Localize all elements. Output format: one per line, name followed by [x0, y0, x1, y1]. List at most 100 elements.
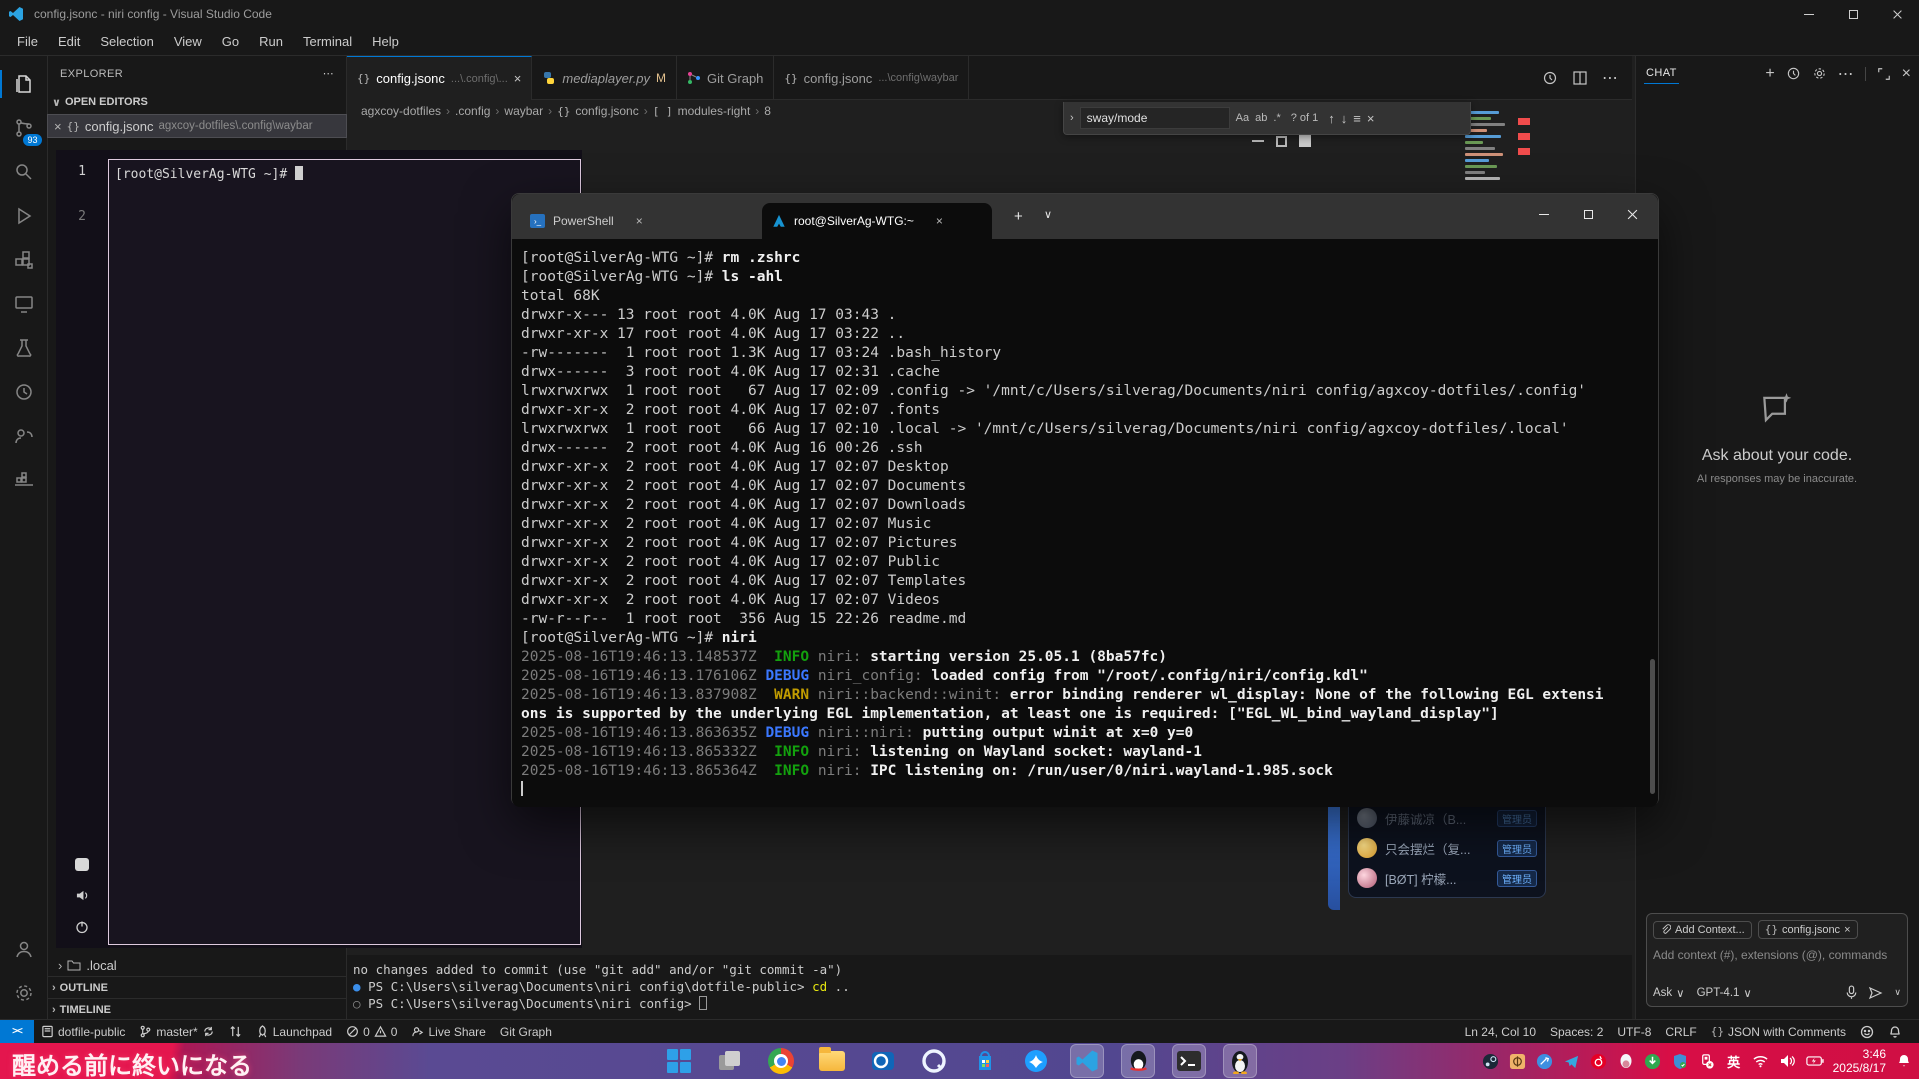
split-editor-icon[interactable]: [1572, 70, 1588, 86]
terminal-minimize-button[interactable]: [1522, 194, 1566, 234]
volume-module-icon[interactable]: [75, 889, 90, 902]
whole-word-toggle[interactable]: ab: [1255, 112, 1267, 124]
tab-chat[interactable]: CHAT: [1644, 63, 1679, 84]
breadcrumb-item[interactable]: config.jsonc: [575, 104, 638, 118]
xunlei-icon[interactable]: [1019, 1044, 1053, 1078]
notification-bell-icon[interactable]: [1895, 1052, 1913, 1070]
terminal-maximize-button[interactable]: [1566, 194, 1610, 234]
terminal-close-button[interactable]: [1610, 194, 1654, 234]
chat-input-placeholder[interactable]: Add context (#), extensions (@), command…: [1653, 948, 1901, 962]
terminal-scrollbar[interactable]: [1650, 659, 1655, 794]
menu-selection[interactable]: Selection: [91, 31, 162, 52]
chat-settings-gear-icon[interactable]: [1812, 66, 1827, 81]
taskbar-clock[interactable]: 3:46 2025/8/17: [1833, 1047, 1886, 1075]
file-explorer-icon[interactable]: [815, 1044, 849, 1078]
battery-charging-icon[interactable]: [1806, 1052, 1824, 1070]
context-file-chip[interactable]: {} config.jsonc ×: [1758, 920, 1858, 939]
search-icon[interactable]: [0, 150, 48, 194]
find-in-selection-icon[interactable]: ≡: [1353, 111, 1361, 126]
vscode-taskbar-icon[interactable]: [1070, 1044, 1104, 1078]
explorer-icon[interactable]: [0, 62, 48, 106]
status-branch[interactable]: master*: [132, 1020, 221, 1044]
notifications-bell-icon[interactable]: [1881, 1020, 1909, 1044]
status-live-share[interactable]: Live Share: [404, 1020, 492, 1044]
terminal-output[interactable]: [root@SilverAg-WTG ~]# rm .zshrc[root@Si…: [512, 239, 1658, 807]
remote-indicator[interactable]: ><: [0, 1020, 34, 1044]
close-editor-icon[interactable]: ×: [54, 119, 62, 134]
telegram-tray-icon[interactable]: [1563, 1052, 1581, 1070]
outline-section[interactable]: › OUTLINE: [48, 976, 347, 998]
close-panel-icon[interactable]: ×: [1902, 65, 1911, 83]
status-problems[interactable]: 0 0: [339, 1020, 404, 1044]
new-tab-icon[interactable]: +: [1014, 208, 1023, 225]
volume-icon[interactable]: [1779, 1052, 1797, 1070]
qq-member-row[interactable]: [BØT] 柠檬... 管理员: [1357, 863, 1537, 893]
breadcrumb-item[interactable]: 8: [764, 104, 771, 118]
sidebar-more-icon[interactable]: ⋯: [323, 67, 334, 80]
tab-dropdown-icon[interactable]: ∨: [1044, 208, 1052, 221]
tab-config-jsonc-2[interactable]: {} config.jsonc ...\config\waybar: [774, 56, 969, 100]
status-language[interactable]: {} JSON with Comments: [1704, 1020, 1853, 1044]
qq-tray-icon[interactable]: [1617, 1052, 1635, 1070]
minimize-button[interactable]: [1787, 0, 1831, 28]
wsl-tux-icon[interactable]: [1223, 1044, 1257, 1078]
menu-file[interactable]: File: [8, 31, 47, 52]
live-share-icon[interactable]: [0, 414, 48, 458]
chat-more-icon[interactable]: ⋯: [1838, 64, 1854, 84]
microsoft-store-icon[interactable]: [968, 1044, 1002, 1078]
find-next-icon[interactable]: ↓: [1341, 111, 1348, 126]
chat-history-icon[interactable]: [1786, 66, 1801, 81]
breadcrumb-item[interactable]: agxcoy-dotfiles: [361, 104, 441, 118]
testing-icon[interactable]: [0, 326, 48, 370]
close-tab-icon[interactable]: ×: [636, 214, 643, 228]
task-view-icon[interactable]: [713, 1044, 747, 1078]
find-input[interactable]: sway/mode: [1080, 107, 1230, 129]
breadcrumb-item[interactable]: .config: [455, 104, 490, 118]
chat-mode-select[interactable]: Ask∨: [1653, 986, 1685, 1000]
menu-help[interactable]: Help: [363, 31, 408, 52]
netease-music-tray-icon[interactable]: [1590, 1052, 1608, 1070]
open-editors-header[interactable]: ∨ OPEN EDITORS: [48, 91, 346, 113]
match-case-toggle[interactable]: Aa: [1236, 112, 1249, 124]
tab-mediaplayer-py[interactable]: mediaplayer.py M: [532, 56, 677, 100]
outlook-icon[interactable]: [866, 1044, 900, 1078]
remove-context-icon[interactable]: ×: [1844, 924, 1850, 936]
tab-powershell[interactable]: ›_ PowerShell ×: [520, 203, 748, 239]
close-find-icon[interactable]: ×: [1367, 111, 1375, 126]
menu-view[interactable]: View: [165, 31, 211, 52]
qq-member-row[interactable]: 只会摆烂（复... 管理员: [1357, 833, 1537, 863]
extensions-icon[interactable]: [0, 238, 48, 282]
close-tab-icon[interactable]: ×: [936, 214, 943, 228]
find-expand-icon[interactable]: ›: [1070, 112, 1074, 124]
timeline-section[interactable]: › TIMELINE: [48, 998, 347, 1020]
qq-icon[interactable]: [1121, 1044, 1155, 1078]
status-indentation[interactable]: Spaces: 2: [1543, 1020, 1610, 1044]
add-context-button[interactable]: Add Context...: [1653, 921, 1752, 939]
status-cursor-position[interactable]: Ln 24, Col 10: [1458, 1020, 1543, 1044]
qq-member-row[interactable]: 伊藤诚凉（B... 管理员: [1357, 803, 1537, 833]
settings-gear-icon[interactable]: [0, 971, 48, 1015]
workspace-1[interactable]: 1: [78, 164, 86, 209]
windows-security-tray-icon[interactable]: [1671, 1052, 1689, 1070]
start-button[interactable]: [662, 1044, 696, 1078]
chat-input-box[interactable]: Add Context... {} config.jsonc × Add con…: [1646, 913, 1908, 1007]
remote-explorer-icon[interactable]: [0, 282, 48, 326]
microphone-icon[interactable]: [1845, 985, 1858, 1000]
open-editor-item[interactable]: × {} config.jsonc agxcoy-dotfiles\.confi…: [48, 115, 346, 137]
orange-app-tray-icon[interactable]: [1509, 1052, 1527, 1070]
more-actions-icon[interactable]: ⋯: [1602, 68, 1618, 88]
integrated-terminal-panel[interactable]: no changes added to commit (use "git add…: [347, 955, 1632, 1019]
gitlens-icon[interactable]: [0, 370, 48, 414]
status-git-graph[interactable]: Git Graph: [493, 1020, 559, 1044]
menu-run[interactable]: Run: [250, 31, 292, 52]
status-launchpad[interactable]: Launchpad: [249, 1020, 339, 1044]
close-button[interactable]: [1875, 0, 1919, 28]
run-debug-icon[interactable]: [0, 194, 48, 238]
feedback-icon[interactable]: [1853, 1020, 1881, 1044]
send-icon[interactable]: [1868, 986, 1884, 1000]
expand-panel-icon[interactable]: [1877, 67, 1891, 81]
terminal-titlebar[interactable]: ›_ PowerShell × root@SilverAg-WTG:~ × + …: [512, 194, 1658, 239]
menu-edit[interactable]: Edit: [49, 31, 89, 52]
tray-module-icon[interactable]: [75, 858, 89, 871]
wifi-icon[interactable]: [1752, 1052, 1770, 1070]
